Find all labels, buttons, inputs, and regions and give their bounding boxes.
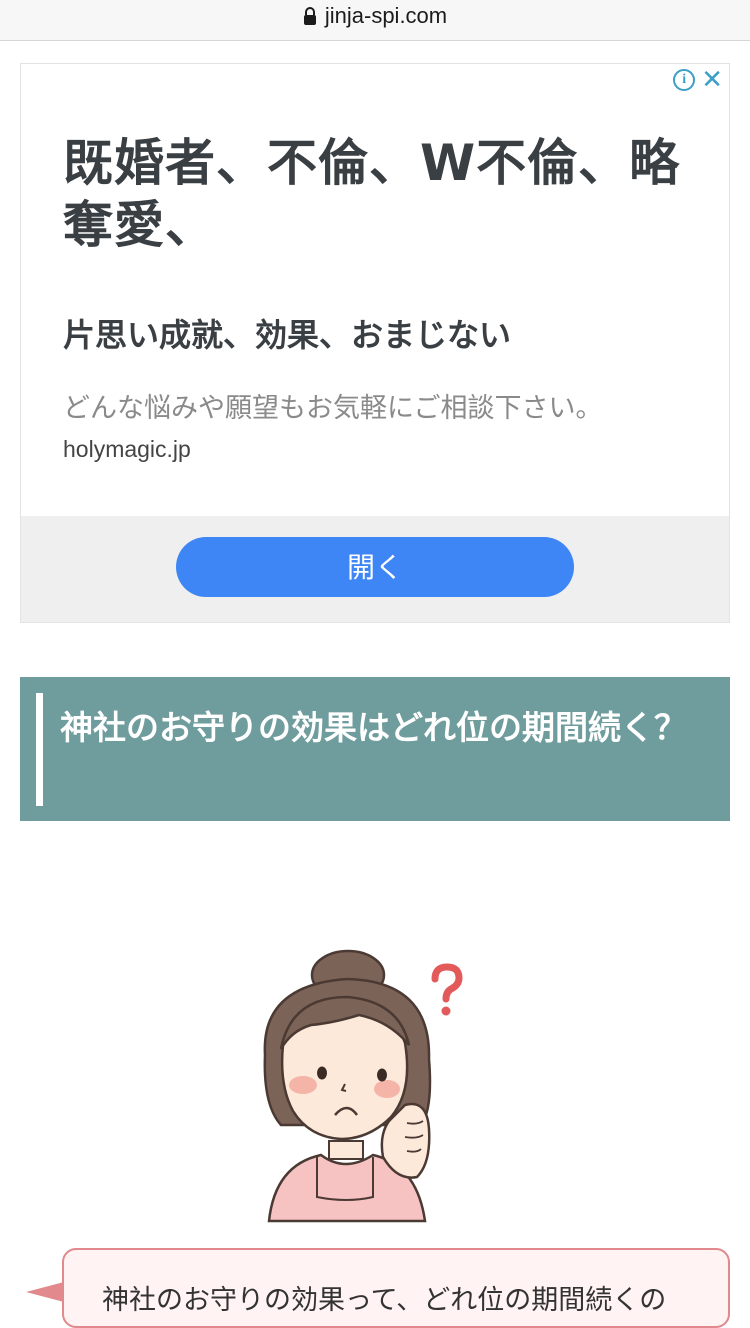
heading-accent-bar	[36, 693, 43, 806]
browser-url-bar[interactable]: jinja-spi.com	[0, 0, 750, 41]
close-icon[interactable]: ✕	[701, 67, 723, 93]
speech-bubble-tail	[26, 1282, 64, 1302]
url-text: jinja-spi.com	[324, 3, 448, 28]
lock-icon	[303, 5, 317, 31]
advertisement[interactable]: i ✕ 既婚者、不倫、W不倫、略奪愛、 片思い成就、効果、おまじない どんな悩み…	[20, 63, 730, 623]
ad-controls: i ✕	[673, 67, 723, 93]
open-button[interactable]: 開く	[176, 537, 574, 597]
url-display[interactable]: jinja-spi.com	[0, 3, 750, 31]
ad-footer: 開く	[21, 516, 729, 622]
question-mark-icon	[431, 963, 463, 1016]
ad-domain[interactable]: holymagic.jp	[63, 436, 191, 463]
speech-bubble-text: 神社のお守りの効果って、どれ位の期間続くの	[102, 1285, 667, 1316]
section-heading: 神社のお守りの効果はどれ位の期間続く？	[20, 677, 730, 821]
speech-bubble: 神社のお守りの効果って、どれ位の期間続くの	[62, 1248, 730, 1328]
ad-subheadline: 片思い成就、効果、おまじない	[63, 316, 512, 354]
heading-text: 神社のお守りの効果はどれ位の期間続く？	[60, 708, 687, 747]
worried-woman-illustration	[263, 949, 463, 1223]
ad-headline[interactable]: 既婚者、不倫、W不倫、略奪愛、	[63, 132, 683, 256]
ad-description: どんな悩みや願望もお気軽にご相談下さい。	[63, 393, 603, 424]
info-icon[interactable]: i	[673, 69, 696, 91]
